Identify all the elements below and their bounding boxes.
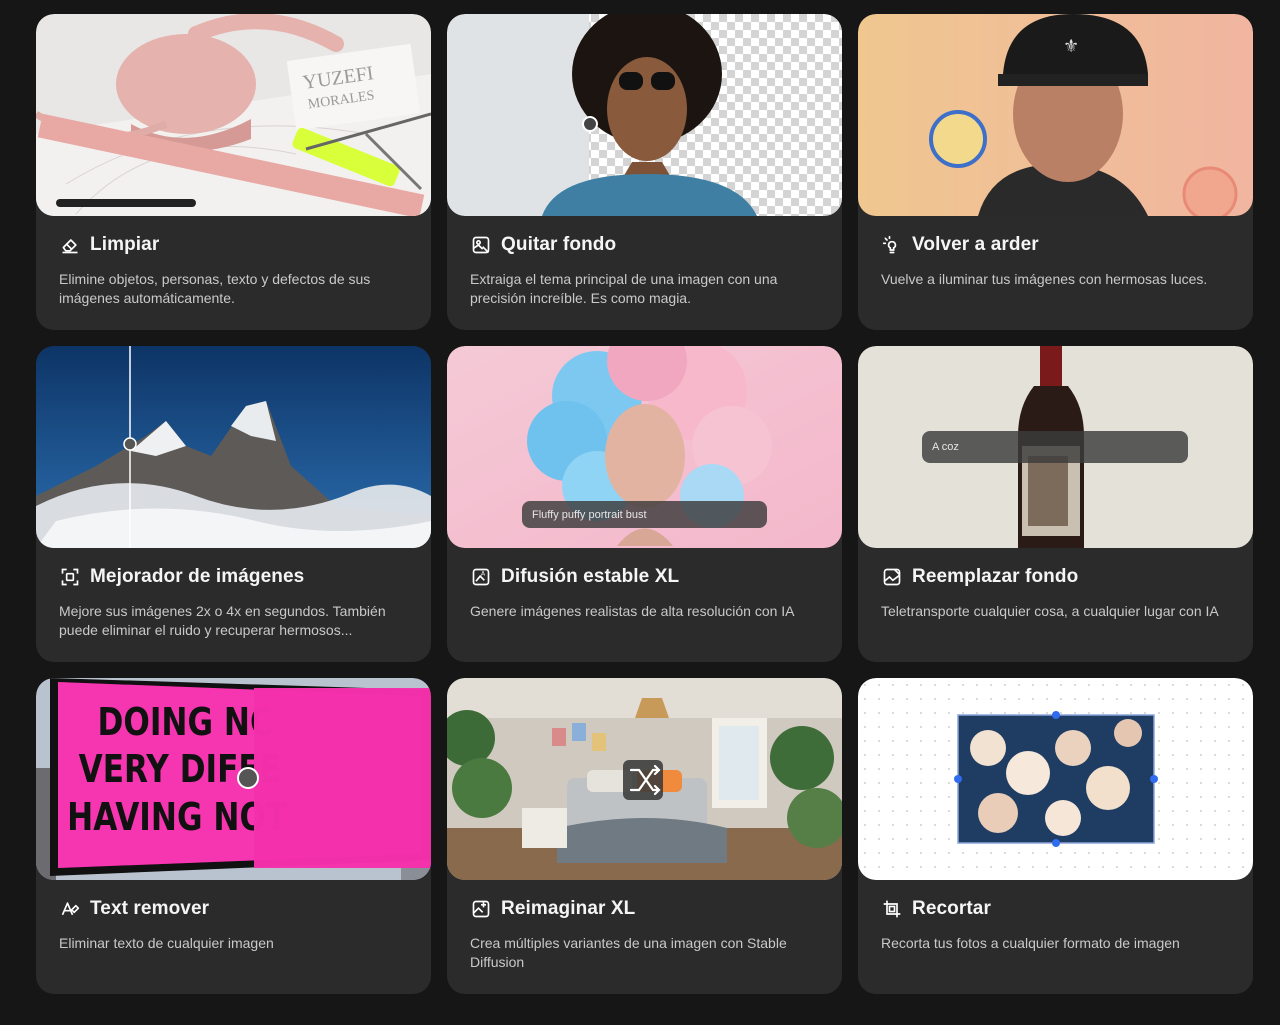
- crop-icon: [881, 898, 903, 920]
- card-description: Eliminar texto de cualquier imagen: [59, 935, 274, 951]
- card-description: Vuelve a iluminar tus imágenes con hermo…: [881, 271, 1208, 287]
- card-title: Reemplazar fondo: [912, 566, 1079, 587]
- replace-background-icon: [881, 566, 903, 588]
- tool-card-recortar[interactable]: Recortar Recorta tus fotos a cualquier f…: [858, 678, 1253, 994]
- card-title: Mejorador de imágenes: [90, 566, 305, 587]
- relight-icon: [881, 234, 903, 256]
- svg-text:A: A: [481, 571, 485, 577]
- tool-card-limpiar[interactable]: YUZEFI MORALES Limpiar Elimine objetos, …: [36, 14, 431, 330]
- tool-card-difusion-estable-xl[interactable]: Fluffy puffy portrait bust A Difusión es…: [447, 346, 842, 662]
- card-description: Crea múltiples variantes de una imagen c…: [470, 935, 787, 970]
- limpiar-thumbnail: YUZEFI MORALES: [36, 14, 431, 216]
- card-description: Elimine objetos, personas, texto y defec…: [59, 271, 371, 306]
- tool-card-mejorador-de-imagenes[interactable]: Mejorador de imágenes Mejore sus imágene…: [36, 346, 431, 662]
- card-description: Extraiga el tema principal de una imagen…: [470, 271, 778, 306]
- prompt-input[interactable]: A coz: [922, 431, 1188, 463]
- difusion-thumbnail: Fluffy puffy portrait bust: [447, 346, 842, 548]
- mejorador-thumbnail: [36, 346, 431, 548]
- recortar-thumbnail: [858, 678, 1253, 880]
- text-remover-icon: [59, 898, 81, 920]
- card-title: Difusión estable XL: [501, 566, 680, 587]
- tool-card-reimaginar-xl[interactable]: Reimaginar XL Crea múltiples variantes d…: [447, 678, 842, 994]
- card-description: Genere imágenes realistas de alta resolu…: [470, 603, 795, 619]
- tool-card-quitar-fondo[interactable]: Quitar fondo Extraiga el tema principal …: [447, 14, 842, 330]
- upscale-icon: [59, 566, 81, 588]
- card-title: Quitar fondo: [501, 234, 617, 255]
- billboard-line: DOING NC: [98, 701, 273, 745]
- card-title: Volver a arder: [912, 234, 1039, 255]
- eraser-icon: [59, 234, 81, 256]
- text-remover-thumbnail: DOING NC VERY DIFFE HAVING NOT: [36, 678, 431, 880]
- prompt-text: A coz: [932, 441, 959, 453]
- tool-card-volver-a-arder[interactable]: ⚜ Volver a arder Vuelve a iluminar tus i…: [858, 14, 1253, 330]
- prompt-input[interactable]: Fluffy puffy portrait bust: [522, 501, 767, 528]
- card-description: Teletransporte cualquier cosa, a cualqui…: [881, 603, 1219, 619]
- tool-card-text-remover[interactable]: DOING NC VERY DIFFE HAVING NOT Text remo…: [36, 678, 431, 994]
- remove-background-icon: [470, 234, 492, 256]
- card-title: Limpiar: [90, 234, 160, 255]
- reemplazar-fondo-thumbnail: A coz: [858, 346, 1253, 548]
- card-title: Text remover: [90, 898, 210, 919]
- card-description: Mejore sus imágenes 2x o 4x en segundos.…: [59, 603, 386, 638]
- prompt-text: Fluffy puffy portrait bust: [532, 508, 647, 521]
- reimagine-icon: [470, 898, 492, 920]
- tools-grid: YUZEFI MORALES Limpiar Elimine objetos, …: [36, 14, 1253, 994]
- tool-card-reemplazar-fondo[interactable]: A coz Reemplazar fondo Teletransporte cu…: [858, 346, 1253, 662]
- card-description: Recorta tus fotos a cualquier formato de…: [881, 935, 1180, 951]
- card-title: Recortar: [912, 898, 991, 919]
- svg-text:⚜: ⚜: [1063, 36, 1079, 57]
- quitar-fondo-thumbnail: [447, 14, 842, 216]
- reimaginar-thumbnail: [447, 678, 842, 880]
- volver-a-arder-thumbnail: ⚜: [858, 14, 1253, 216]
- card-title: Reimaginar XL: [501, 898, 636, 919]
- text-to-image-icon: A: [470, 566, 492, 588]
